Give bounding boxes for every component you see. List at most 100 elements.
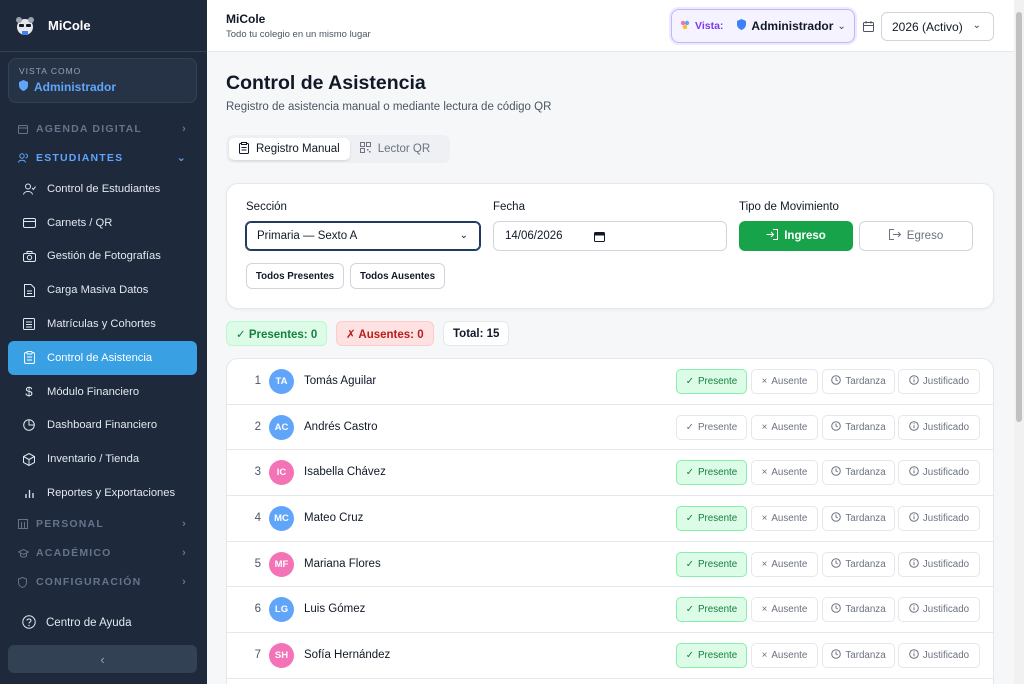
sidebar-item-asistencia[interactable]: Control de Asistencia [8,340,197,375]
status-late-button[interactable]: Tardanza [822,369,895,394]
sidebar-item-label: Matrículas y Cohortes [47,318,156,331]
all-present-button[interactable]: Todos Presentes [246,263,344,289]
status-label: Tardanza [845,604,886,616]
app-title: MiCole [226,12,266,26]
check-icon: ✓ [685,467,694,479]
date-input[interactable]: 14/06/2026 [493,221,727,251]
view-selector[interactable]: Vista: Administrador ⌄ [671,9,855,43]
calendar-icon[interactable] [594,231,605,245]
status-justified-button[interactable]: Justificado [898,506,980,532]
sidebar-item-control-estudiantes[interactable]: Control de Estudiantes [8,172,197,206]
status-absent-button[interactable]: × Ausente [751,597,818,623]
status-label: Justificado [922,650,970,662]
status-present-button[interactable]: ✓ Presente [676,643,747,669]
status-justified-button[interactable]: Justificado [898,597,980,623]
sidebar-item-matriculas[interactable]: Matrículas y Cohortes [8,307,197,341]
status-absent-button[interactable]: × Ausente [751,506,818,532]
nav-group-label: AGENDA DIGITAL [36,122,143,135]
collapse-sidebar-button[interactable]: ‹ [8,645,197,673]
sidebar-item-fotografias[interactable]: Gestión de Fotografías [8,240,197,274]
status-present-button[interactable]: ✓ Presente [676,414,747,440]
status-justified-button[interactable]: Justificado [898,643,980,669]
status-late-button[interactable]: Tardanza [822,551,895,577]
status-late-button[interactable]: Tardanza [822,597,895,623]
log-out-icon [888,229,901,243]
sidebar-item-label: Reportes y Exportaciones [47,487,176,500]
sidebar-nav: AGENDA DIGITAL › ESTUDIANTES ⌄ Control d… [0,114,207,597]
status-late-button[interactable]: Tardanza [822,643,895,669]
tab-lector-qr[interactable]: Lector QR [350,138,440,160]
status-justified-button[interactable]: Justificado [898,551,980,577]
nav-group-academico[interactable]: ACADÉMICO › [0,539,207,568]
package-icon [22,452,36,466]
sidebar-item-modulo-financiero[interactable]: $ Módulo Financiero [8,375,197,409]
list-icon [22,317,36,331]
student-name: Luis Gómez [304,603,366,616]
x-icon: × [761,558,768,570]
nav-group-label: CONFIGURACIÓN [36,576,142,589]
clock-icon [831,512,842,525]
sidebar-item-dashboard-financiero[interactable]: Dashboard Financiero [8,409,197,443]
sidebar-item-carga-masiva[interactable]: Carga Masiva Datos [8,273,197,307]
status-late-button[interactable]: Tardanza [822,414,895,440]
nav-group-personal[interactable]: PERSONAL › [0,510,207,539]
section-select[interactable]: Primaria — Sexto A ⌄ [245,221,481,251]
status-justified-button[interactable]: Justificado [898,460,980,486]
sidebar-item-inventario[interactable]: Inventario / Tienda [8,442,197,476]
status-justified-button[interactable]: Justificado [898,369,980,394]
clock-icon [831,420,842,434]
qr-code-icon [359,142,371,156]
status-label: Presente [698,467,738,479]
help-circle-icon [22,614,36,632]
brand[interactable]: MiCole [0,0,207,52]
sidebar-item-carnets[interactable]: Carnets / QR [8,206,197,240]
movement-type-label: Tipo de Movimiento [739,201,839,213]
status-late-button[interactable]: Tardanza [822,506,895,532]
view-as-panel[interactable]: VISTA COMO Administrador [8,58,197,103]
status-label: Ausente [771,467,808,479]
help-center-link[interactable]: Centro de Ayuda [8,608,198,638]
all-absent-button[interactable]: Todos Ausentes [350,263,445,289]
nav-group-agenda[interactable]: AGENDA DIGITAL › [0,114,207,143]
status-late-button[interactable]: Tardanza [822,460,895,486]
view-as-value: Administrador [34,80,117,94]
egreso-button[interactable]: Egreso [859,221,973,251]
status-absent-button[interactable]: × Ausente [751,460,818,486]
status-absent-button[interactable]: × Ausente [751,551,818,577]
egreso-label: Egreso [906,230,944,242]
info-icon [909,649,919,662]
scrollbar-thumb[interactable] [1016,12,1022,422]
section-select-value: Primaria — Sexto A [257,230,358,242]
status-label: Ausente [771,558,808,570]
status-present-button[interactable]: ✓ Presente [676,506,747,532]
status-label: Ausente [771,650,808,662]
status-justified-button[interactable]: Justificado [898,414,980,440]
nav-group-label: ACADÉMICO [36,547,112,560]
status-present-button[interactable]: ✓ Presente [676,551,747,577]
view-as-label: VISTA COMO [19,66,82,76]
nav-group-estudiantes[interactable]: ESTUDIANTES ⌄ [0,143,207,172]
status-present-button[interactable]: ✓ Presente [676,460,747,486]
sidebar-item-label: Control de Estudiantes [47,182,161,195]
chevron-left-icon: ‹ [100,651,105,667]
status-label: Tardanza [845,513,886,525]
camera-icon [22,249,36,263]
ingreso-button[interactable]: Ingreso [739,221,853,251]
status-label: Presente [698,558,738,570]
present-count-badge: ✓ Presentes: 0 [226,321,328,346]
clock-icon [831,603,842,616]
student-name: Isabella Chávez [304,466,386,479]
nav-group-configuracion[interactable]: CONFIGURACIÓN › [0,568,207,597]
scrollbar[interactable] [1014,0,1024,684]
status-present-button[interactable]: ✓ Presente [676,369,747,394]
status-absent-button[interactable]: × Ausente [751,414,818,440]
status-present-button[interactable]: ✓ Presente [676,597,747,623]
top-bar: MiCole Todo tu colegio en un mismo lugar… [207,0,1024,52]
sidebar-item-reportes[interactable]: Reportes y Exportaciones [8,476,197,510]
x-icon: × [761,376,768,387]
school-mascot-icon [14,15,36,37]
status-absent-button[interactable]: × Ausente [751,643,818,669]
status-absent-button[interactable]: × Ausente [751,369,818,394]
year-select[interactable]: 2026 (Activo) ⌄ [881,12,994,41]
tab-registro-manual[interactable]: Registro Manual [229,138,350,160]
